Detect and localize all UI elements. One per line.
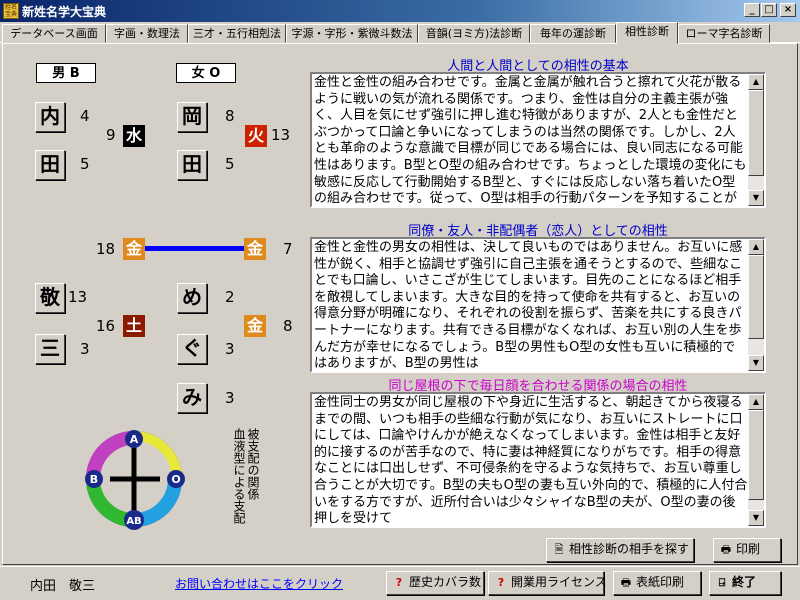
cover-print-button[interactable]: 🖶 表紙印刷: [613, 571, 701, 595]
tab-onin[interactable]: 音韻(ヨミ方)法診断: [418, 24, 530, 43]
blood-caption-2: 被支配の関係: [246, 428, 260, 500]
document-search-icon: 🗎: [554, 543, 564, 556]
male-upper-total: 9: [106, 126, 116, 144]
scroll-thumb[interactable]: [748, 410, 764, 500]
section-household-text: 金性同士の男女が同じ屋根の下や身近に生活すると、朝起きてから夜寝るまでの間、いつ…: [314, 395, 748, 526]
compatibility-line: [145, 246, 244, 251]
business-license-button[interactable]: ? 開業用ライセンス: [488, 571, 607, 595]
female-upper-total: 13: [271, 126, 291, 144]
contact-link[interactable]: お問い合わせはここをクリック: [175, 575, 343, 592]
help-icon: ?: [395, 576, 403, 589]
male-char-2-button[interactable]: 田: [35, 150, 65, 180]
title-bar: 姓名宝典 新姓名学大宝典 _ □ ×: [0, 0, 800, 22]
section-basic-textbox[interactable]: 金性と金性の組み合わせです。金属と金属が触れ合うと擦れて火花が散るように戦いの気…: [310, 72, 766, 208]
male-label: 男 B: [36, 63, 96, 83]
scroll-thumb[interactable]: [748, 90, 764, 176]
male-char-3-button[interactable]: 敬: [35, 283, 65, 313]
tab-romaji[interactable]: ローマ字名診断: [678, 24, 770, 43]
blood-b-node: B: [85, 470, 103, 488]
find-partner-button[interactable]: 🗎 相性診断の相手を探す: [546, 538, 694, 562]
section-household-scrollbar[interactable]: ▲ ▼: [748, 394, 764, 526]
tab-jigen-shibi[interactable]: 字源・字形・紫微斗数法: [286, 24, 418, 43]
history-kabbalah-button[interactable]: ? 歴史カバラ数: [386, 571, 484, 595]
female-connector-element: 金: [244, 238, 266, 260]
section-friends-text: 金性と金性の男女の相性は、決して良いものではありません。お互いに感性が鋭く、相手…: [314, 240, 743, 371]
minimize-button[interactable]: _: [744, 3, 760, 17]
scroll-thumb[interactable]: [748, 255, 764, 339]
female-upper-element: 火: [245, 125, 267, 147]
female-char-3-button[interactable]: め: [177, 283, 207, 313]
female-lower-element: 金: [244, 315, 266, 337]
tab-compatibility[interactable]: 相性診断: [616, 22, 678, 44]
section-household-textbox[interactable]: 金性同士の男女が同じ屋根の下や身近に生活すると、朝起きてから夜寝るまでの間、いつ…: [310, 392, 766, 528]
female-char-5-button[interactable]: み: [177, 383, 207, 413]
male-char-4-strokes: 3: [80, 340, 90, 358]
scroll-up-arrow-icon[interactable]: ▲: [748, 74, 764, 90]
scroll-down-arrow-icon[interactable]: ▼: [748, 510, 764, 526]
male-connector-total: 18: [96, 240, 116, 258]
female-connector-total: 7: [283, 240, 293, 258]
male-connector-element: 金: [123, 238, 145, 260]
blood-b-label: B: [90, 473, 98, 486]
male-upper-element: 水: [123, 125, 145, 147]
male-char-1-button[interactable]: 内: [35, 102, 65, 132]
male-char-4-button[interactable]: 三: [35, 334, 65, 364]
window-title: 新姓名学大宝典: [22, 5, 107, 19]
tab-database[interactable]: データベース画面: [2, 24, 106, 43]
user-name: 内田 敬三: [30, 579, 96, 594]
female-char-4-button[interactable]: ぐ: [177, 334, 207, 364]
blood-o-label: O: [171, 473, 180, 486]
close-button[interactable]: ×: [780, 3, 796, 17]
section-basic-text: 金性と金性の組み合わせです。金属と金属が触れ合うと擦れて火花が散るように戦いの気…: [314, 75, 747, 206]
scroll-up-arrow-icon[interactable]: ▲: [748, 394, 764, 410]
app-icon: 姓名宝典: [3, 3, 19, 19]
blood-type-diagram: A B O AB: [85, 430, 185, 530]
female-char-2-button[interactable]: 田: [177, 150, 207, 180]
section-basic-scrollbar[interactable]: ▲ ▼: [748, 74, 764, 206]
blood-o-node: O: [167, 470, 185, 488]
female-char-1-button[interactable]: 岡: [177, 102, 207, 132]
male-lower-element: 土: [123, 315, 145, 337]
female-char-4-strokes: 3: [225, 340, 235, 358]
blood-ab-label: AB: [126, 516, 141, 527]
scroll-down-arrow-icon[interactable]: ▼: [748, 355, 764, 371]
scroll-up-arrow-icon[interactable]: ▲: [748, 239, 764, 255]
tab-bar: データベース画面 字画・数理法 三才・五行相剋法 字源・字形・紫微斗数法 音韻(…: [0, 22, 800, 44]
tab-yearly-fortune[interactable]: 毎年の運診断: [530, 24, 616, 43]
printer-icon: 🖶: [620, 576, 632, 589]
help-icon: ?: [497, 576, 505, 589]
tab-stroke-numerology[interactable]: 字画・数理法: [106, 24, 188, 43]
blood-caption-1: 血液型による支配: [232, 428, 246, 524]
exit-door-icon: ⍈: [718, 576, 726, 589]
male-char-2-strokes: 5: [80, 155, 90, 173]
maximize-button[interactable]: □: [761, 3, 777, 17]
blood-ab-node: AB: [124, 510, 144, 530]
female-label: 女 O: [176, 63, 236, 83]
female-char-3-strokes: 2: [225, 288, 235, 306]
female-char-2-strokes: 5: [225, 155, 235, 173]
female-char-5-strokes: 3: [225, 389, 235, 407]
blood-a-label: A: [130, 433, 139, 446]
print-button[interactable]: 🖶 印刷: [713, 538, 781, 562]
scroll-down-arrow-icon[interactable]: ▼: [748, 190, 764, 206]
blood-a-node: A: [125, 430, 143, 448]
printer-icon: 🖶: [720, 543, 732, 556]
male-lower-total: 16: [96, 317, 116, 335]
male-char-3-strokes: 13: [68, 288, 88, 306]
tab-sansai-gogyo[interactable]: 三才・五行相剋法: [188, 24, 286, 43]
female-lower-total: 8: [283, 317, 293, 335]
female-char-1-strokes: 8: [225, 107, 235, 125]
exit-button[interactable]: ⍈ 終了: [709, 571, 781, 595]
male-char-1-strokes: 4: [80, 107, 90, 125]
section-friends-scrollbar[interactable]: ▲ ▼: [748, 239, 764, 371]
section-friends-textbox[interactable]: 金性と金性の男女の相性は、決して良いものではありません。お互いに感性が鋭く、相手…: [310, 237, 766, 373]
